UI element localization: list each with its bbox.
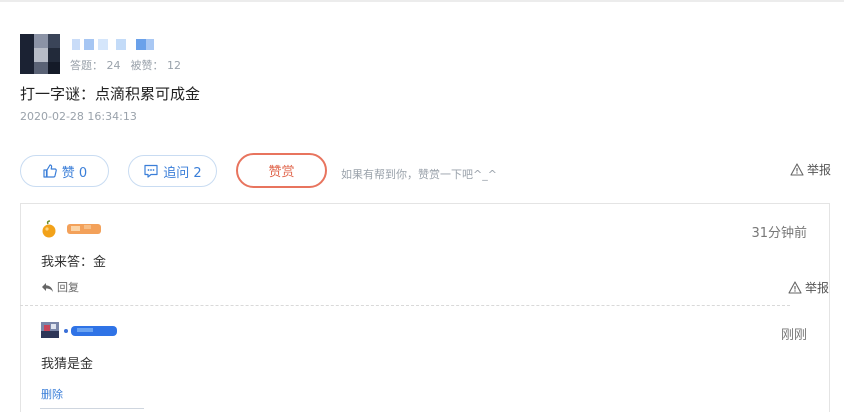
- reply-button[interactable]: 回复: [41, 279, 79, 295]
- top-divider: [0, 0, 844, 2]
- list-item: 刚刚 我猜是金 删除: [41, 322, 811, 412]
- comment-time: 31分钟前: [751, 226, 807, 241]
- question-title: 打一字谜：点滴积累可成金: [20, 85, 201, 103]
- thumbs-up-icon: [42, 163, 58, 179]
- comment-time: 刚刚: [780, 328, 807, 343]
- chat-bubble-icon: [143, 163, 159, 179]
- avatar[interactable]: [41, 220, 57, 238]
- delete-button[interactable]: 删除: [41, 386, 63, 402]
- list-item: 31分钟前 我来答：金 回复 举报: [41, 220, 829, 306]
- like-label: 赞 0: [61, 165, 88, 181]
- author-block: 答题： 24 被赞： 12: [20, 30, 420, 76]
- report-label: 举报: [807, 163, 832, 177]
- comments-panel: 31分钟前 我来答：金 回复 举报 刚刚 我猜是金 删除: [20, 203, 830, 412]
- like-button[interactable]: 赞 0: [20, 155, 109, 187]
- question-time: 2020-02-28 16:34:13: [20, 110, 137, 123]
- like-count: 被赞： 12: [130, 59, 182, 72]
- follow-up-button[interactable]: 追问 2: [128, 155, 217, 187]
- warning-triangle-icon: [790, 163, 804, 176]
- delete-label: 删除: [41, 388, 63, 401]
- reward-hint: 如果有帮到你，赞赏一下吧^_^: [341, 168, 497, 181]
- follow-up-label: 追问 2: [163, 165, 202, 181]
- comment-text: 我猜是金: [41, 357, 94, 372]
- reply-arrow-icon: [41, 282, 54, 293]
- report-button[interactable]: 举报: [790, 161, 831, 178]
- comment-divider: [20, 305, 790, 306]
- comment-text: 我来答：金: [41, 255, 107, 270]
- report-label: 举报: [804, 281, 829, 295]
- warning-triangle-icon: [788, 281, 802, 294]
- author-name[interactable]: [72, 39, 162, 51]
- avatar[interactable]: [20, 34, 60, 74]
- reply-label: 回复: [57, 281, 79, 294]
- comment-report-button[interactable]: 举报: [788, 279, 829, 296]
- bottom-edge: [40, 408, 144, 412]
- reward-button[interactable]: 赞赏: [236, 153, 327, 188]
- commenter-name[interactable]: [63, 324, 119, 338]
- commenter-name[interactable]: [67, 222, 103, 236]
- author-stats: 答题： 24 被赞： 12: [70, 57, 181, 73]
- avatar[interactable]: [41, 322, 59, 340]
- answer-count: 答题： 24: [70, 59, 121, 72]
